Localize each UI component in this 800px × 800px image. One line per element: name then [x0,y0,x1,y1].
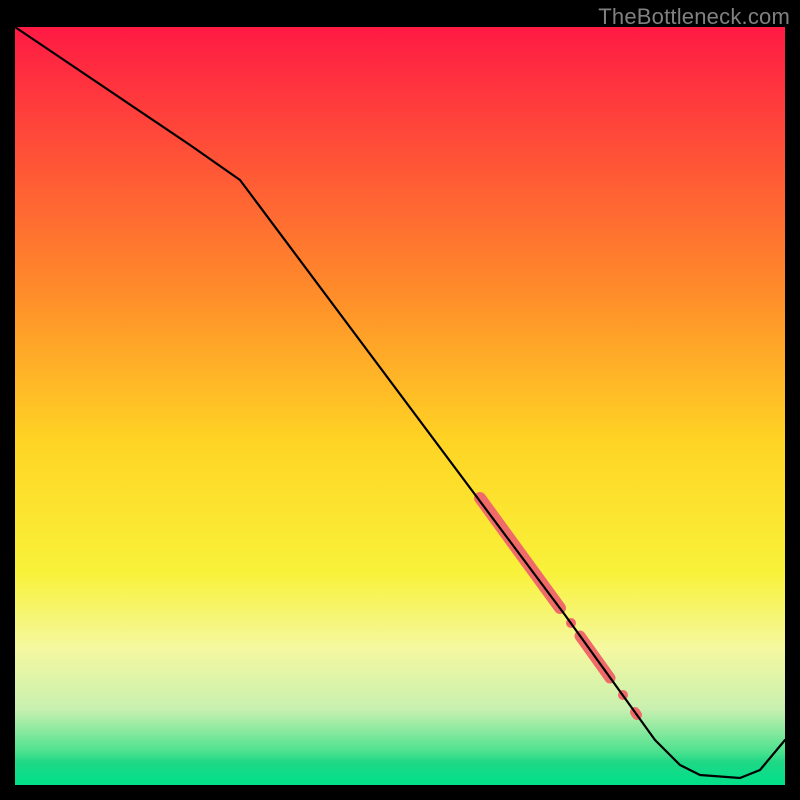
watermark-text: TheBottleneck.com [598,4,790,30]
plot-background [15,27,785,785]
bottleneck-chart [0,0,800,800]
chart-container: TheBottleneck.com [0,0,800,800]
